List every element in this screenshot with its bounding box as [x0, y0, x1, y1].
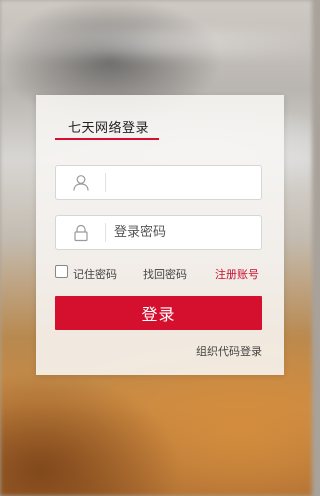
password-field[interactable]: [55, 215, 262, 250]
org-code-login-link[interactable]: 组织代码登录: [196, 343, 262, 359]
user-icon: [72, 174, 90, 192]
forgot-password-link[interactable]: 找回密码: [143, 266, 187, 282]
tab-active-underline: [55, 138, 159, 140]
password-input[interactable]: [114, 216, 254, 249]
field-separator: [105, 223, 106, 242]
register-link[interactable]: 注册账号: [215, 266, 259, 282]
remember-checkbox[interactable]: [55, 265, 68, 278]
username-field[interactable]: [55, 165, 262, 200]
field-separator: [105, 173, 106, 192]
background-highlight: [0, 30, 312, 56]
tab-login[interactable]: 七天网络登录: [68, 117, 149, 136]
login-card: 七天网络登录 记住密码 找回密码 注册账号 登录 组织代码登录: [36, 95, 284, 375]
login-button[interactable]: 登录: [55, 296, 262, 330]
username-input[interactable]: [114, 166, 254, 199]
login-options: 记住密码 找回密码 注册账号: [55, 264, 265, 282]
lock-icon: [72, 224, 90, 242]
remember-label[interactable]: 记住密码: [73, 266, 117, 282]
